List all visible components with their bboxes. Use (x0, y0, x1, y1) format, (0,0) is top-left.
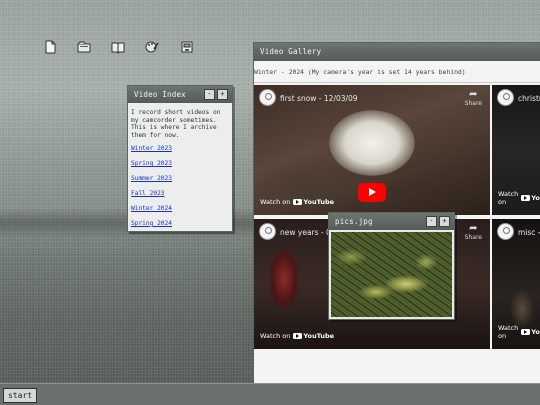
youtube-brand: YouTube (303, 332, 335, 340)
link-spring-2024[interactable]: Spring 2024 (131, 220, 229, 228)
share-button[interactable]: ➦ Share (464, 89, 482, 108)
video-index-window[interactable]: Video Index - + I record short videos on… (127, 85, 233, 232)
watch-on-youtube[interactable]: Watch on YouTube (260, 332, 334, 340)
video-embed[interactable]: first snow - 12/03/09 ➦ Share Watch on You… (254, 85, 490, 215)
play-button[interactable] (358, 183, 386, 202)
minimize-button[interactable]: - (204, 89, 215, 100)
share-icon: ➦ (469, 223, 478, 234)
pics-titlebar[interactable]: pics.jpg - + (329, 213, 454, 230)
video-title[interactable]: first snow - 12/03/09 (280, 94, 358, 103)
book-icon[interactable] (111, 40, 125, 54)
youtube-brand: YouTube (531, 194, 540, 202)
video-index-title: Video Index (134, 90, 186, 99)
youtube-logo: YouTube (293, 332, 334, 340)
video-embed[interactable]: misc - Watch on YouTube (492, 219, 540, 349)
video-title[interactable]: misc - (518, 228, 540, 237)
link-summer-2023[interactable]: Summer 2023 (131, 175, 229, 183)
paint-icon[interactable] (145, 40, 159, 54)
video-gallery-titlebar[interactable]: Video Gallery (254, 43, 540, 61)
channel-avatar[interactable] (259, 89, 276, 106)
document-icon[interactable] (43, 40, 57, 54)
link-winter-2024[interactable]: Winter 2024 (131, 205, 229, 213)
watch-on-youtube[interactable]: Watch on YouTube (260, 198, 334, 206)
youtube-logo: YouTube (521, 194, 540, 202)
watch-on-label: Watch on (498, 190, 519, 206)
link-winter-2023[interactable]: Winter 2023 (131, 145, 229, 153)
youtube-logo: YouTube (293, 198, 334, 206)
link-fall-2023[interactable]: Fall 2023 (131, 190, 229, 198)
video-title[interactable]: christm (518, 94, 540, 103)
watch-on-youtube[interactable]: Watch on YouTube (498, 190, 540, 206)
share-label: Share (464, 100, 482, 107)
channel-avatar[interactable] (497, 223, 514, 240)
share-icon: ➦ (469, 89, 478, 100)
watch-on-youtube[interactable]: Watch on YouTube (498, 324, 540, 340)
photo-image (331, 232, 452, 317)
maximize-button[interactable]: + (439, 216, 450, 227)
start-button[interactable]: start (3, 388, 38, 403)
watch-on-label: Watch on (260, 198, 291, 206)
link-spring-2023[interactable]: Spring 2023 (131, 160, 229, 168)
video-gallery-title: Video Gallery (260, 47, 322, 56)
video-embed[interactable]: christm Watch on YouTube (492, 85, 540, 215)
pics-window[interactable]: pics.jpg - + (328, 212, 455, 320)
channel-avatar[interactable] (497, 89, 514, 106)
watch-on-label: Watch on (498, 324, 519, 340)
watch-on-label: Watch on (260, 332, 291, 340)
channel-avatar[interactable] (259, 223, 276, 240)
maximize-button[interactable]: + (217, 89, 228, 100)
youtube-brand: YouTube (303, 198, 335, 206)
folder-icon[interactable] (77, 40, 91, 54)
video-index-titlebar[interactable]: Video Index - + (128, 86, 232, 103)
taskbar: start (0, 383, 540, 405)
youtube-logo: YouTube (521, 328, 540, 336)
youtube-brand: YouTube (531, 328, 540, 336)
share-button[interactable]: ➦ Share (464, 223, 482, 242)
share-label: Share (464, 234, 482, 241)
archive-icon[interactable] (180, 40, 194, 54)
minimize-button[interactable]: - (426, 216, 437, 227)
pics-title: pics.jpg (335, 217, 373, 226)
video-index-intro: I record short videos on my camcorder so… (131, 109, 221, 139)
gallery-subtitle: Winter - 2024 (My camera's year is set 1… (254, 61, 540, 83)
